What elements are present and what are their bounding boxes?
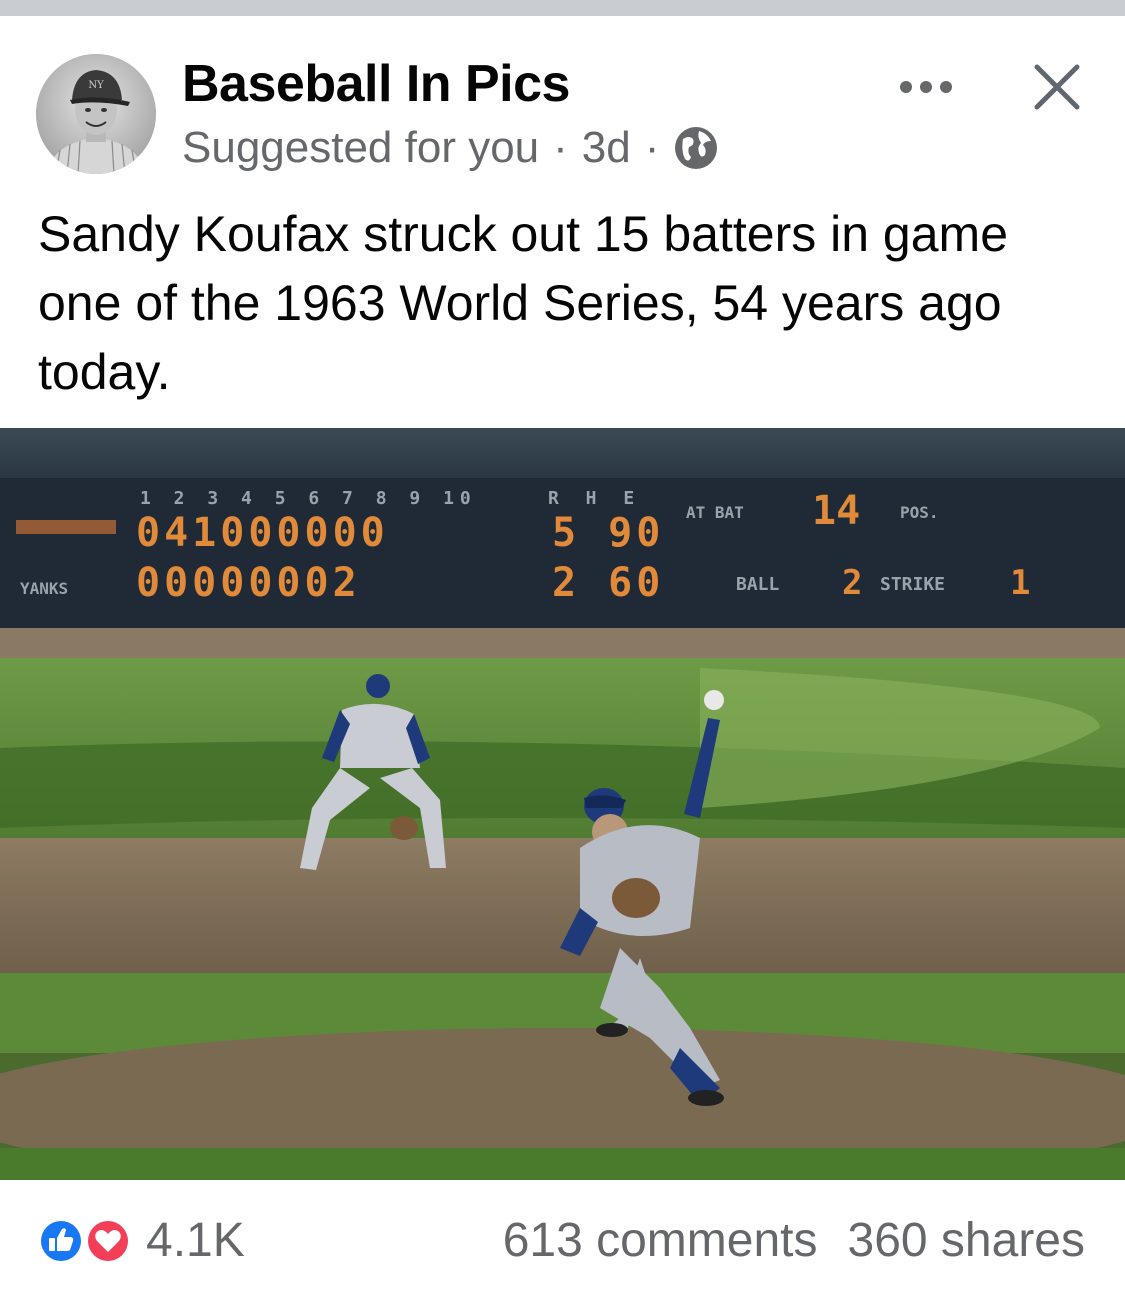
scoreboard-ball-label: BALL	[736, 574, 780, 595]
page-name[interactable]: Baseball In Pics	[182, 54, 570, 114]
more-options-button[interactable]	[896, 62, 956, 112]
scoreboard-strike-label: STRIKE	[880, 574, 945, 595]
scoreboard-row1-rhe: 5 90	[552, 510, 664, 556]
scoreboard-at-bat-value: 14	[812, 488, 860, 534]
scoreboard-ball-value: 2	[842, 563, 862, 603]
post-time[interactable]: 3d	[582, 123, 631, 173]
shares-count[interactable]: 360 shares	[848, 1216, 1086, 1266]
svg-text:NY: NY	[88, 80, 104, 91]
close-icon	[1034, 64, 1080, 110]
more-horizontal-icon	[900, 81, 952, 93]
like-icon	[38, 1218, 84, 1264]
meta-separator: ·	[644, 123, 660, 172]
top-divider	[0, 0, 1125, 16]
post-header: NY Baseball In Pics Suggested for you · …	[0, 16, 1125, 186]
reaction-icons-svg	[38, 1218, 131, 1264]
reactions-summary[interactable]: 4.1K	[36, 1216, 245, 1266]
avatar-portrait-image: NY	[36, 54, 156, 174]
scoreboard-row2-label: YANKS	[20, 579, 68, 598]
scoreboard-row2-innings: 00000002	[136, 560, 361, 606]
scoreboard-row1-innings: 041000000	[136, 510, 389, 556]
post-meta: Suggested for you · 3d ·	[182, 120, 719, 176]
scoreboard-rhe-header: R H E	[548, 488, 642, 509]
comments-count[interactable]: 613 comments	[503, 1216, 818, 1266]
meta-separator: ·	[553, 123, 568, 172]
post-text: Sandy Koufax struck out 15 batters in ga…	[38, 206, 1008, 400]
post-photo[interactable]: 1 2 3 4 5 6 7 8 9 10 R H E 041000000 5 9…	[0, 428, 1125, 1180]
reaction-icons	[36, 1216, 134, 1266]
engagement-counts: 613 comments 360 shares	[503, 1216, 1085, 1266]
love-icon	[85, 1218, 131, 1264]
close-button[interactable]	[1026, 56, 1088, 118]
reaction-count: 4.1K	[146, 1214, 245, 1267]
globe-icon	[673, 125, 719, 171]
scoreboard-at-bat-label: AT BAT	[686, 503, 744, 522]
scoreboard-innings-header: 1 2 3 4 5 6 7 8 9 10	[140, 488, 477, 509]
photo-scene: 1 2 3 4 5 6 7 8 9 10 R H E 041000000 5 9…	[0, 428, 1125, 1180]
scoreboard-strike-value: 1	[1010, 563, 1030, 603]
page-avatar[interactable]: NY	[36, 54, 156, 174]
suggested-label: Suggested for you	[182, 123, 540, 172]
post-footer: 4.1K 613 comments 360 shares	[0, 1180, 1125, 1299]
scoreboard-row2-rhe: 2 60	[552, 560, 664, 606]
scoreboard-pos-label: POS.	[900, 503, 939, 522]
